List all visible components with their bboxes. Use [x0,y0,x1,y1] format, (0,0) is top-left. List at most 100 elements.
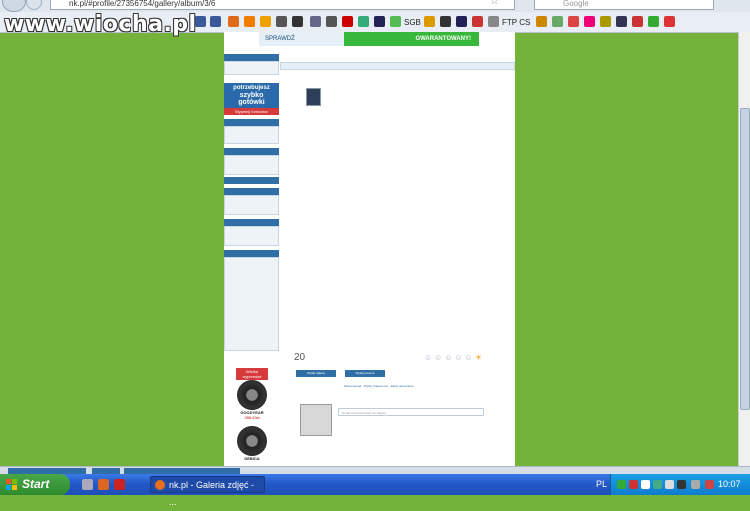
photo-pager[interactable] [280,70,515,80]
comment-input[interactable]: Dodaj swój komentarz do zdjęcia [338,408,484,416]
bookmark-icon[interactable] [342,16,353,27]
ad-line: gotówki [238,99,265,106]
bookmark-icon[interactable] [488,16,499,27]
quicklaunch-icon[interactable] [114,479,125,490]
bookmark-icon[interactable] [648,16,659,27]
tray-icon[interactable] [705,480,714,489]
forward-button[interactable] [26,0,42,10]
bookmark-label[interactable]: SGB [404,18,421,27]
clock: 10:07 [718,479,741,489]
sidebar-box [224,61,279,75]
windows-logo-icon [6,479,17,490]
bookmark-icon[interactable] [600,16,611,27]
bookmark-icon[interactable] [616,16,627,27]
tray-icon[interactable] [653,480,662,489]
quicklaunch-icon[interactable] [98,479,109,490]
tire-brand: DEBICA [244,456,260,461]
bookmark-icon[interactable] [244,16,255,27]
bookmark-icon[interactable] [552,16,563,27]
start-button[interactable]: Start [0,474,70,495]
left-sidebar: potrzebujesz szybko gotówki Wypełnij for… [224,54,279,351]
firefox-icon [155,480,165,490]
bookmark-icon[interactable] [536,16,547,27]
back-button[interactable] [2,0,26,12]
rating-icons[interactable]: ☺☺☺☺☺☀ [424,353,484,362]
bookmark-star-icon[interactable]: ☆ [490,0,499,7]
sidebar-header [224,119,279,126]
bookmark-icon[interactable] [472,16,483,27]
sidebar-header [224,250,279,257]
search-box[interactable]: Google [534,0,714,10]
avatar [300,404,332,436]
taskbar-window-firefox[interactable]: nk.pl - Galeria zdjęć - ... [150,476,265,507]
sidebar-box [224,126,279,144]
bookmark-icon[interactable] [568,16,579,27]
sidebar-header [224,148,279,155]
sale-badge: Wielka wyprzedaż [236,368,268,380]
start-label: Start [22,477,50,491]
bookmark-icon[interactable] [440,16,451,27]
tire-image [237,426,267,456]
bookmark-icon[interactable] [292,16,303,27]
photo-links: Pełna wersja · Wyślij znajomemu · Zgłoś … [344,384,414,388]
send-photo-button[interactable]: Wyślij zdjęcie [296,370,336,377]
hot-icon[interactable]: ☀ [475,353,484,362]
address-bar[interactable]: nk.pl/#profile/27356754/gallery/album/3/… [50,0,515,10]
sidebar-header [224,219,279,226]
sidebar-header [224,54,279,61]
bookmark-icon[interactable] [632,16,643,27]
banner-left[interactable]: SPRAWDŹ [259,32,344,46]
sidebar-box [224,226,279,246]
album-title-bar [280,62,515,70]
bookmark-icon[interactable] [424,16,435,27]
scrollbar-thumb[interactable] [740,108,750,410]
bookmark-label[interactable]: FTP CS [502,18,530,27]
loan-ad[interactable]: potrzebujesz szybko gotówki [224,83,279,108]
sidebar-box [224,195,279,215]
bookmark-icon[interactable] [358,16,369,27]
tray-icon[interactable] [629,480,638,489]
facebook-icon[interactable] [210,16,221,27]
report-link[interactable]: Zgłoś naruszenie [391,384,414,388]
web-page: SPRAWDŹ GWARANTOWANY! potrzebujesz szybk… [224,32,515,466]
task-title: nk.pl - Galeria zdjęć - ... [169,480,255,507]
send-friend-link[interactable]: Wyślij znajomemu [364,384,388,388]
bookmark-icon[interactable] [584,16,595,27]
breadcrumb [280,54,515,62]
ad-form-button[interactable]: Wypełnij formularz [224,108,279,115]
bookmark-icon[interactable] [228,16,239,27]
full-version-link[interactable]: Pełna wersja [344,384,361,388]
bookmark-icon[interactable] [276,16,287,27]
send-gift-button[interactable]: Wyślij prezent [345,370,385,377]
bookmark-icon[interactable] [456,16,467,27]
windows-taskbar: Start nk.pl - Galeria zdjęć - ... PL 10:… [0,474,750,507]
tray-icon[interactable] [641,480,650,489]
tire-image [237,380,267,410]
sidebar-box [224,155,279,175]
photo-thumbnail[interactable] [306,88,321,106]
bookmark-icon[interactable] [664,16,675,27]
speaker-icon[interactable] [691,480,700,489]
tray-icon[interactable] [665,480,674,489]
sidebar-header [224,177,279,184]
bookmark-icon[interactable] [326,16,337,27]
bookmark-icon[interactable] [374,16,385,27]
bookmark-icon[interactable] [310,16,321,27]
gallery-main [280,54,515,80]
ad-line: szybko [239,92,264,99]
language-indicator[interactable]: PL [596,479,607,489]
navigation-toolbar: nk.pl/#profile/27356754/gallery/album/3/… [0,0,750,12]
tray-icon[interactable] [617,480,626,489]
sidebar-list [224,257,279,351]
banner-ad[interactable]: GWARANTOWANY! [344,32,479,46]
tire-ad[interactable]: Wielka wyprzedaż GOODYEAR 286,43zł DEBIC… [236,368,268,461]
tire-price: 286,43zł [244,415,260,420]
sidebar-header [224,188,279,195]
quicklaunch-icon[interactable] [82,479,93,490]
photo-stats: 20 ☺☺☺☺☺☀ [294,352,514,368]
site-watermark: www.wiocha.pl [4,12,197,37]
tray-icon[interactable] [677,480,686,489]
gear-icon[interactable] [260,16,271,27]
ad-line: potrzebujesz [233,85,270,91]
bookmark-icon[interactable] [390,16,401,27]
